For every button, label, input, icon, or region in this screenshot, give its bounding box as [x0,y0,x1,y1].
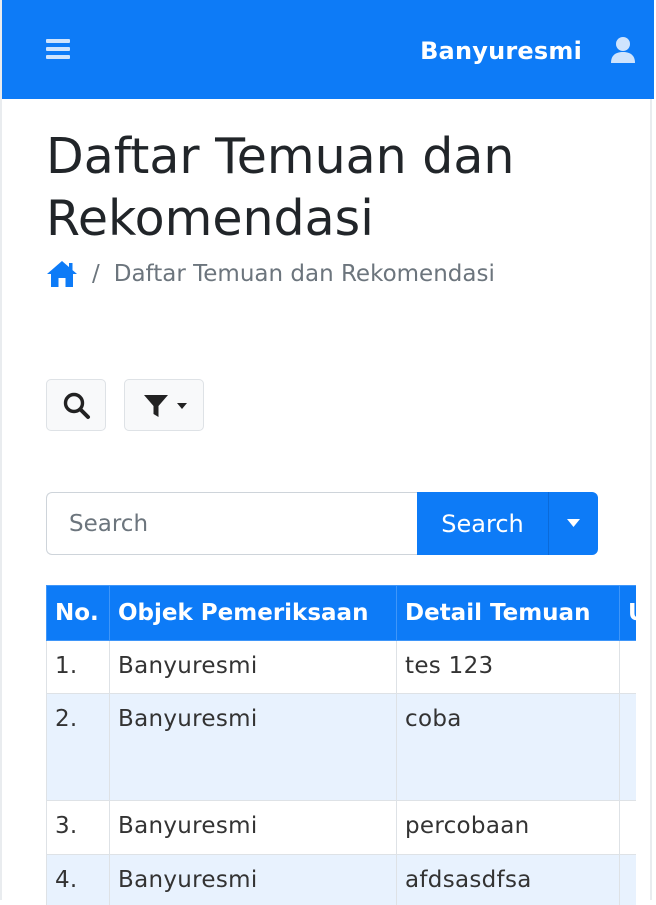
top-navbar: Banyuresmi [2,0,654,99]
cell-no: 1. [47,641,110,694]
column-header-detail[interactable]: Detail Temuan [397,586,620,641]
cell-no: 2. [47,694,110,801]
table-row[interactable]: 4. Banyuresmi afdsasdfsa [47,855,637,905]
cell-empty [620,801,637,855]
column-header-u[interactable]: U [620,586,637,641]
page-title: Daftar Temuan dan Rekomendasi [46,126,606,250]
caret-down-icon [567,519,580,527]
cell-no: 4. [47,855,110,905]
search-input[interactable] [46,492,418,555]
cell-detail: afdsasdfsa [397,855,620,905]
column-header-objek[interactable]: Objek Pemeriksaan [110,586,397,641]
cell-objek: Banyuresmi [110,641,397,694]
search-button[interactable]: Search [417,492,549,555]
cell-objek: Banyuresmi [110,694,397,801]
cell-no: 3. [47,801,110,855]
cell-objek: Banyuresmi [110,855,397,905]
breadcrumb: / Daftar Temuan dan Rekomendasi [46,258,495,290]
cell-detail: tes 123 [397,641,620,694]
findings-table: No. Objek Pemeriksaan Detail Temuan U 1.… [46,585,636,905]
breadcrumb-separator: / [92,261,100,287]
table-row[interactable]: 1. Banyuresmi tes 123 [47,641,637,694]
caret-down-icon [177,403,187,409]
search-options-toggle[interactable] [549,492,598,555]
filter-icon [143,394,169,418]
table-row[interactable]: 3. Banyuresmi percobaan [47,801,637,855]
findings-table-container: No. Objek Pemeriksaan Detail Temuan U 1.… [46,585,636,905]
table-header-row: No. Objek Pemeriksaan Detail Temuan U [47,586,637,641]
cell-empty [620,855,637,905]
hamburger-icon[interactable] [46,39,70,59]
filter-dropdown-button[interactable] [124,379,204,431]
user-icon[interactable] [610,36,636,64]
column-header-no[interactable]: No. [47,586,110,641]
cell-empty [620,641,637,694]
cell-detail: percobaan [397,801,620,855]
breadcrumb-current: Daftar Temuan dan Rekomendasi [114,261,495,287]
table-row[interactable]: 2. Banyuresmi coba [47,694,637,801]
cell-detail: coba [397,694,620,801]
home-icon[interactable] [46,259,78,289]
cell-objek: Banyuresmi [110,801,397,855]
search-toggle-button[interactable] [46,379,106,431]
cell-empty [620,694,637,801]
search-icon [62,391,92,421]
brand-name[interactable]: Banyuresmi [420,37,582,65]
